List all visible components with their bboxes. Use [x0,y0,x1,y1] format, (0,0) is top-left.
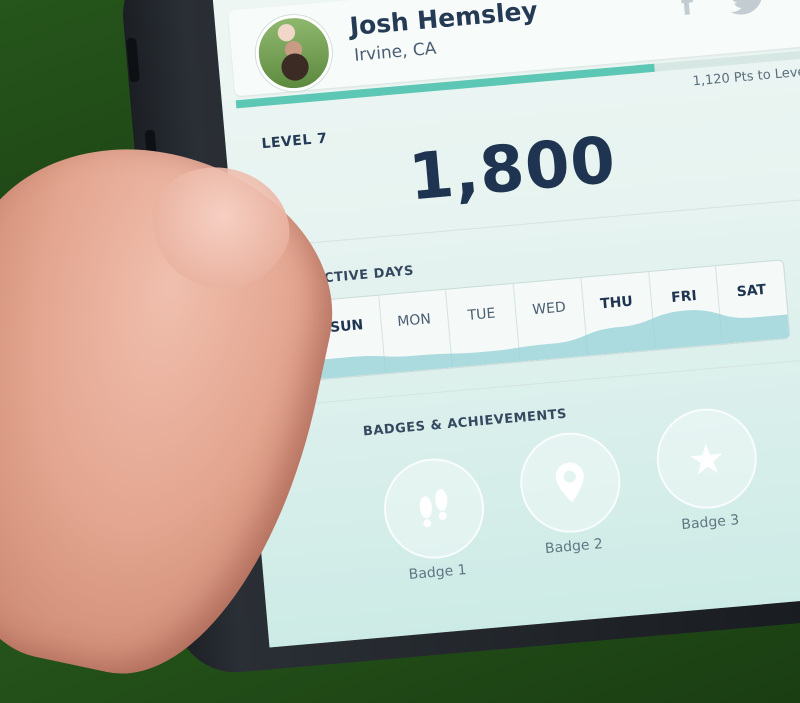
badge-3-label: Badge 3 [680,512,740,534]
avatar[interactable] [252,11,335,95]
twitter-icon[interactable] [728,0,771,24]
badge-2-label: Badge 2 [544,536,604,558]
profile-name: Josh Hemsley [348,0,539,42]
map-pin-icon [555,462,584,503]
badges-title: BADGES & ACHIEVEMENTS [362,406,568,440]
badge-1-label: Badge 1 [408,562,468,584]
points-total: 1,800 [405,123,620,216]
facebook-icon[interactable]: f [680,0,695,22]
badge-2[interactable] [516,428,625,537]
level-label: LEVEL 7 [260,130,329,153]
badge-3[interactable]: ★ [652,404,761,513]
footprints-icon [419,488,448,528]
profile-location: Irvine, CA [353,38,438,66]
badge-1[interactable] [379,454,489,563]
star-icon: ★ [685,432,728,485]
